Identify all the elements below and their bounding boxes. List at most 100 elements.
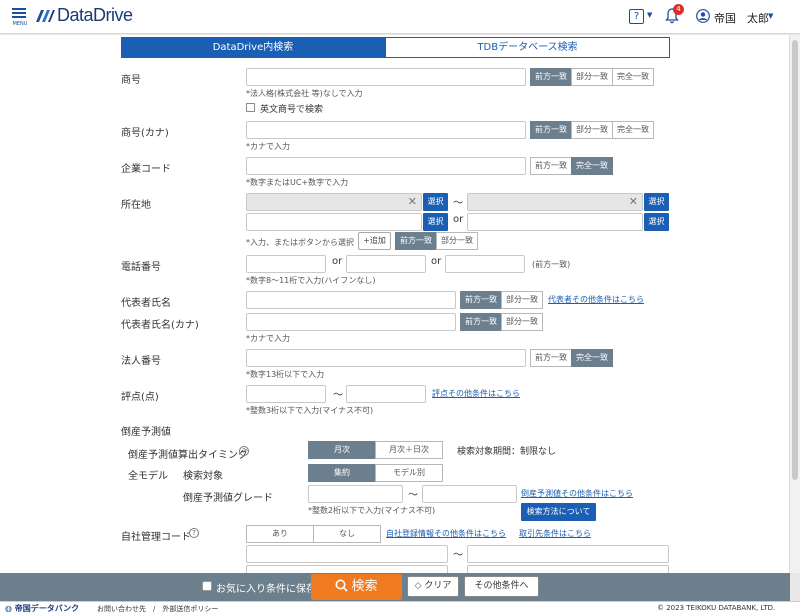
grade-to-input[interactable] bbox=[422, 485, 517, 503]
rep-name-match-mode: 前方一致 部分一致 bbox=[460, 291, 543, 309]
address-or-from-input[interactable] bbox=[246, 213, 422, 231]
prefix-match-option[interactable]: 前方一致 bbox=[530, 68, 572, 86]
bankruptcy-timing-toggle: 月次 月次＋日次 bbox=[308, 441, 443, 459]
chevron-down-icon[interactable]: ▼ bbox=[768, 12, 773, 20]
address-to-select-button[interactable]: 選択 bbox=[644, 193, 669, 211]
partial-match-option[interactable]: 部分一致 bbox=[436, 232, 478, 250]
own-code-extra-input[interactable] bbox=[246, 565, 448, 573]
user-avatar-icon[interactable] bbox=[696, 9, 710, 23]
address-or-text: or bbox=[453, 214, 464, 225]
tab-tdb-database-search[interactable]: TDBデータベース検索 bbox=[385, 37, 670, 58]
search-target-label: 検索対象 bbox=[183, 471, 223, 482]
prefix-match-option[interactable]: 前方一致 bbox=[530, 157, 572, 175]
own-registration-conditions-link[interactable]: 自社登録情報その他条件はこちら bbox=[386, 528, 506, 539]
chevron-down-icon[interactable]: ▼ bbox=[647, 11, 652, 19]
prefix-match-option[interactable]: 前方一致 bbox=[460, 291, 502, 309]
grade-from-input[interactable] bbox=[308, 485, 403, 503]
partial-match-option[interactable]: 部分一致 bbox=[571, 121, 613, 139]
menu-button[interactable]: MENU bbox=[9, 5, 31, 31]
target-by-model-option[interactable]: モデル別 bbox=[375, 464, 443, 482]
exact-match-option[interactable]: 完全一致 bbox=[571, 349, 613, 367]
timing-monthly-option[interactable]: 月次 bbox=[308, 441, 376, 459]
prefix-match-option[interactable]: 前方一致 bbox=[530, 121, 572, 139]
clear-button[interactable]: ◇ クリア bbox=[407, 576, 459, 597]
own-code-yes-option[interactable]: あり bbox=[246, 525, 314, 543]
address-hint: *入力、またはボタンから選択 bbox=[246, 238, 354, 247]
timing-monthly-daily-option[interactable]: 月次＋日次 bbox=[375, 441, 443, 459]
bankruptcy-other-conditions-link[interactable]: 倒産予測値その他条件はこちら bbox=[521, 488, 633, 499]
tab-datadrive-search[interactable]: DataDrive内検索 bbox=[121, 37, 385, 58]
english-name-checkbox[interactable] bbox=[246, 103, 255, 112]
clear-icon[interactable]: ✕ bbox=[408, 195, 417, 208]
company-code-label: 企業コード bbox=[121, 164, 171, 175]
exact-match-option[interactable]: 完全一致 bbox=[612, 121, 654, 139]
search-form-panel: DataDrive内検索 TDBデータベース検索 商号 前方一致 部分一致 完全… bbox=[0, 35, 790, 573]
trade-name-kana-match-mode: 前方一致 部分一致 完全一致 bbox=[530, 121, 654, 139]
own-code-no-option[interactable]: なし bbox=[313, 525, 381, 543]
address-or-to-select-button[interactable]: 選択 bbox=[644, 213, 669, 231]
phone-or-text: or bbox=[332, 256, 343, 267]
address-from-select-button[interactable]: 選択 bbox=[423, 193, 448, 211]
scrollbar-thumb[interactable] bbox=[792, 40, 798, 480]
address-or-to-input[interactable] bbox=[467, 213, 643, 231]
exact-match-option[interactable]: 完全一致 bbox=[612, 68, 654, 86]
address-from-input[interactable]: ✕ bbox=[246, 193, 422, 211]
rep-other-conditions-link[interactable]: 代表者その他条件はこちら bbox=[548, 294, 644, 305]
user-name[interactable]: 帝国 太郎 bbox=[714, 10, 769, 26]
phone-label: 電話番号 bbox=[121, 262, 161, 273]
score-to-input[interactable] bbox=[346, 385, 426, 403]
phone-or-text: or bbox=[431, 256, 442, 267]
company-code-match-mode: 前方一致 完全一致 bbox=[530, 157, 613, 175]
search-method-button[interactable]: 検索方法について bbox=[521, 503, 596, 521]
partial-match-option[interactable]: 部分一致 bbox=[571, 68, 613, 86]
search-button-label: 検索 bbox=[351, 579, 378, 594]
prefix-match-option[interactable]: 前方一致 bbox=[395, 232, 437, 250]
partial-match-option[interactable]: 部分一致 bbox=[501, 313, 543, 331]
rep-name-kana-input[interactable] bbox=[246, 313, 456, 331]
score-hint: *整数3桁以下で入力(マイナス不可) bbox=[246, 406, 374, 415]
trade-name-kana-input[interactable] bbox=[246, 121, 526, 139]
trade-name-input[interactable] bbox=[246, 68, 526, 86]
help-circle-icon[interactable]: ? bbox=[189, 528, 199, 538]
score-other-conditions-link[interactable]: 評点その他条件はこちら bbox=[432, 388, 520, 399]
business-partner-conditions-link[interactable]: 取引先条件はこちら bbox=[519, 528, 591, 539]
help-button[interactable]: ? bbox=[629, 9, 644, 24]
search-target-toggle: 集約 モデル別 bbox=[308, 464, 443, 482]
all-models-label: 全モデル bbox=[128, 471, 168, 482]
address-to-input[interactable]: ✕ bbox=[467, 193, 643, 211]
copyright: © 2023 TEIKOKU DATABANK, LTD. bbox=[657, 604, 776, 612]
own-code-from-input[interactable] bbox=[246, 545, 448, 563]
company-code-hint: *数字またはUC+数字で入力 bbox=[246, 178, 349, 187]
address-or-from-select-button[interactable]: 選択 bbox=[423, 213, 448, 231]
phone-input-3[interactable] bbox=[445, 255, 525, 273]
save-favorite-checkbox[interactable] bbox=[202, 581, 212, 591]
phone-input-1[interactable] bbox=[246, 255, 326, 273]
search-button[interactable]: 検索 bbox=[311, 574, 402, 600]
bankruptcy-section-label: 倒産予測値 bbox=[121, 427, 171, 438]
address-add-button[interactable]: +追加 bbox=[358, 232, 391, 250]
notification-badge: 4 bbox=[673, 4, 684, 15]
logo-text[interactable]: DataDrive bbox=[57, 5, 133, 26]
score-from-input[interactable] bbox=[246, 385, 326, 403]
rep-name-input[interactable] bbox=[246, 291, 456, 309]
trade-name-kana-label: 商号(カナ) bbox=[121, 128, 169, 139]
english-name-label: 英文商号で検索 bbox=[260, 105, 324, 115]
company-code-input[interactable] bbox=[246, 157, 526, 175]
range-tilde: 〜 bbox=[453, 198, 463, 209]
footer-links[interactable]: お問い合わせ先 / 外部送信ポリシー bbox=[97, 604, 218, 614]
partial-match-option[interactable]: 部分一致 bbox=[501, 291, 543, 309]
own-code-to-input[interactable] bbox=[467, 545, 669, 563]
phone-input-2[interactable] bbox=[346, 255, 426, 273]
own-code-extra-input[interactable] bbox=[467, 565, 669, 573]
target-aggregate-option[interactable]: 集約 bbox=[308, 464, 376, 482]
clear-icon[interactable]: ✕ bbox=[629, 195, 638, 208]
teikoku-databank-logo: ◍ 帝国データバンク bbox=[5, 604, 80, 613]
prefix-match-option[interactable]: 前方一致 bbox=[530, 349, 572, 367]
other-conditions-button[interactable]: その他条件へ bbox=[464, 576, 539, 597]
exact-match-option[interactable]: 完全一致 bbox=[571, 157, 613, 175]
corp-number-match-mode: 前方一致 完全一致 bbox=[530, 349, 613, 367]
help-circle-icon[interactable]: ? bbox=[239, 446, 249, 456]
prefix-match-option[interactable]: 前方一致 bbox=[460, 313, 502, 331]
corp-number-input[interactable] bbox=[246, 349, 526, 367]
range-tilde: 〜 bbox=[453, 550, 463, 561]
